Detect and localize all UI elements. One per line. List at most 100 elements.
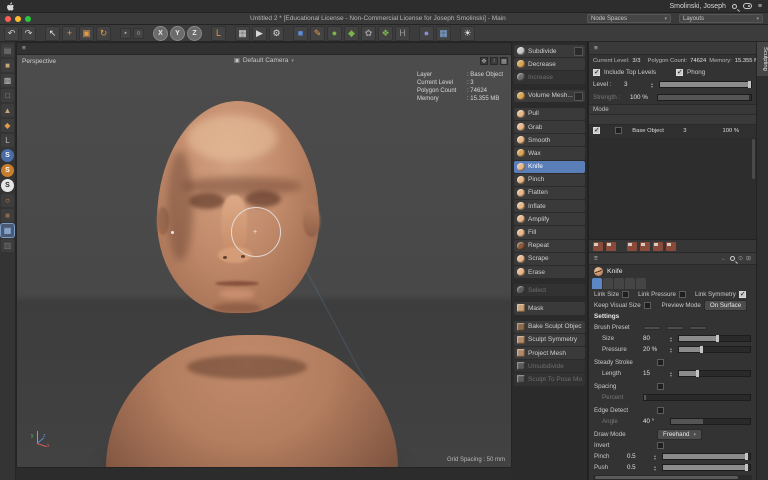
sculpt-tool-button[interactable]: Unsubdivide [514, 360, 585, 373]
folder-icon[interactable] [640, 241, 650, 251]
size-slider[interactable] [678, 335, 751, 342]
sculpt-tool-button[interactable]: Volume Mesh... [514, 89, 585, 102]
viewport-canvas[interactable]: Perspective ▣ Default Camera ▾ ✥ ↕ ▦ Lay… [17, 55, 511, 467]
zoom-window-button[interactable] [25, 15, 31, 22]
sculpt-tool-button[interactable]: Repeat [514, 239, 585, 252]
length-value[interactable]: 15 [643, 370, 667, 377]
sculpt-tool-button[interactable]: Inflate [514, 200, 585, 213]
keep-visual-size-checkbox[interactable] [643, 302, 651, 309]
attribute-tab[interactable] [592, 278, 602, 289]
light-icon[interactable]: ☀ [460, 25, 475, 41]
sculpt-tool-button[interactable]: Grab [514, 120, 585, 134]
sculpt-tool-button[interactable]: Sculpt Symmetry [514, 333, 585, 346]
polygon-mode-icon[interactable]: ▲ [1, 104, 14, 117]
model-mode-icon[interactable]: ■ [1, 59, 14, 72]
stepper-icon[interactable]: ▴ ▾ [670, 370, 675, 377]
panel-menu-icon[interactable]: ≡ [594, 255, 598, 262]
sculpt-tool-button[interactable]: Select [514, 284, 585, 297]
uv-mode-icon[interactable]: ■ [1, 209, 14, 222]
recent-tool-icon[interactable]: ○ [133, 27, 144, 39]
size-value[interactable]: 80 [643, 335, 667, 342]
undo-icon[interactable]: ↶ [4, 25, 19, 41]
mograph-icon[interactable]: ❖ [378, 25, 393, 41]
sculpt-tool-button[interactable]: Knife [514, 160, 585, 173]
folder-icon[interactable] [627, 241, 637, 251]
horizontal-scrollbar[interactable] [593, 475, 752, 480]
viewport[interactable]: ≡ Perspective ▣ Default Camera ▾ ✥ ↕ ▦ L… [16, 42, 512, 468]
pressure-value[interactable]: 20 % [643, 346, 667, 353]
length-slider[interactable] [678, 370, 751, 377]
point-mode-icon[interactable]: ▩ [1, 74, 14, 87]
coord-system-icon[interactable]: L [211, 25, 226, 41]
include-top-levels-checkbox[interactable] [593, 68, 600, 77]
tweak-mode-icon[interactable]: ◆ [1, 119, 14, 132]
rotate-icon[interactable]: ↻ [96, 25, 111, 41]
search-icon[interactable] [729, 256, 735, 261]
render-view-icon[interactable]: ▦ [235, 25, 250, 41]
spotlight-search-icon[interactable] [731, 3, 737, 9]
node-spaces-dropdown[interactable]: Node Spaces ▾ [587, 14, 671, 23]
attribute-tab[interactable] [636, 278, 646, 289]
level-slider[interactable] [659, 81, 752, 88]
scene-icon[interactable]: ✿ [361, 25, 376, 41]
preset-button[interactable] [643, 325, 661, 330]
sculpt-tool-button[interactable]: Decrease [514, 58, 585, 71]
live-selection-icon[interactable]: ↖ [45, 25, 60, 41]
layout-tab-sculpting[interactable]: Sculpting [757, 42, 768, 76]
folder-icon[interactable] [666, 241, 676, 251]
level-value[interactable]: 3 [624, 81, 648, 88]
edge-mode-icon[interactable]: □ [1, 89, 14, 102]
stepper-icon[interactable]: ▴ ▾ [651, 81, 656, 88]
pinch-slider[interactable] [662, 453, 751, 460]
phong-checkbox[interactable] [676, 68, 684, 77]
quantize-icon[interactable]: S [1, 179, 14, 192]
stepper-icon[interactable]: ▴ ▾ [670, 335, 675, 342]
array-icon[interactable]: ▦ [436, 25, 451, 41]
spacing-checkbox[interactable] [657, 383, 664, 390]
push-value[interactable]: 0.5 [627, 464, 651, 471]
minimize-window-button[interactable] [15, 15, 21, 22]
history-back-icon[interactable]: ← [721, 256, 727, 262]
attribute-tab[interactable] [603, 278, 613, 289]
apple-menu-icon[interactable] [6, 1, 14, 11]
animation-mode-icon[interactable]: ▥ [1, 239, 14, 252]
workplane-mode-icon[interactable]: L [1, 134, 14, 147]
panel-menu-icon[interactable]: ≡ [594, 45, 598, 52]
link-size-checkbox[interactable] [622, 291, 630, 298]
edge-detect-checkbox[interactable] [657, 407, 664, 414]
sculpt-tool-button[interactable]: Increase [514, 71, 585, 84]
add-cube-icon[interactable]: ■ [293, 25, 308, 41]
layer-row[interactable]: Base Object 3 100 % [589, 125, 756, 137]
preset-button[interactable] [666, 325, 684, 330]
undo-history-icon[interactable]: ▤ [1, 44, 14, 57]
menubar-user[interactable]: Smolinski, Joseph [669, 3, 725, 10]
invert-checkbox[interactable] [657, 442, 664, 449]
move-icon[interactable]: + [62, 25, 77, 41]
stepper-icon[interactable]: ▴ ▾ [670, 346, 675, 353]
generator-icon[interactable]: ● [327, 25, 342, 41]
sculpt-tool-button[interactable]: Mask [514, 302, 585, 315]
control-center-icon[interactable] [742, 3, 752, 9]
sculpt-tool-button[interactable]: Fill [514, 226, 585, 239]
pan-view-icon[interactable]: ✥ [480, 57, 488, 65]
render-settings-icon[interactable]: ⚙ [269, 25, 284, 41]
axis-y-button[interactable]: Y [170, 25, 185, 41]
new-panel-icon[interactable]: ⊞ [746, 255, 751, 262]
layer-visible-checkbox[interactable] [593, 126, 600, 135]
folder-icon[interactable] [653, 241, 663, 251]
redo-icon[interactable]: ↷ [21, 25, 36, 41]
stepper-icon[interactable]: ▴ ▾ [654, 453, 659, 460]
preview-mode-dropdown[interactable]: On Surface [703, 300, 748, 311]
sculpt-tool-button[interactable]: Pinch [514, 173, 585, 186]
layer-manager-icon[interactable] [606, 241, 616, 251]
attribute-tab[interactable] [625, 278, 635, 289]
viewport-menu-icon[interactable]: ≡ [22, 45, 26, 52]
enable-axis-icon[interactable]: S [1, 149, 14, 162]
sculpt-tool-button[interactable]: Amplify [514, 213, 585, 226]
sculpt-tool-button[interactable]: Bake Sculpt Objects [514, 320, 585, 333]
zoom-view-icon[interactable]: ↕ [490, 57, 498, 65]
sculpt-tool-button[interactable]: Project Mesh [514, 346, 585, 360]
render-picture-viewer-icon[interactable]: ▶ [252, 25, 267, 41]
sculpt-tool-button[interactable]: Erase [514, 266, 585, 279]
layer-manager-icon[interactable] [593, 241, 603, 251]
